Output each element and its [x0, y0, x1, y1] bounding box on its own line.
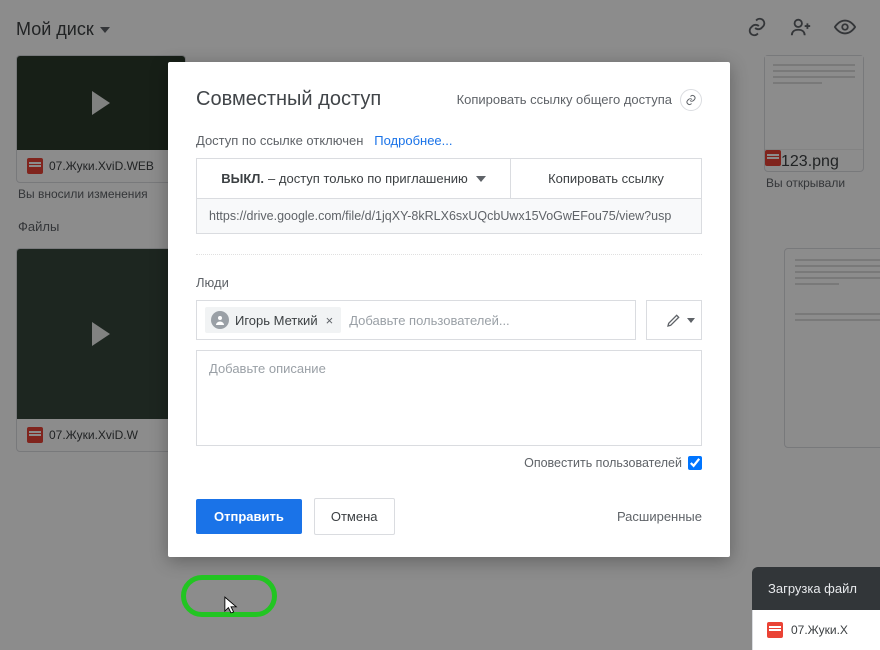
upload-file-name: 07.Жуки.X	[791, 623, 848, 637]
dialog-title: Совместный доступ	[196, 88, 381, 111]
people-input[interactable]: Игорь Меткий × Добавьте пользователей...	[196, 300, 636, 340]
upload-toast-header[interactable]: Загрузка файл	[752, 567, 880, 610]
chip-name: Игорь Меткий	[235, 313, 318, 328]
link-mode-dropdown[interactable]: ВЫКЛ. – доступ только по приглашению	[197, 159, 511, 198]
people-section-label: Люди	[196, 275, 702, 290]
copy-link-label: Копировать ссылку	[548, 171, 664, 186]
notify-row: Оповестить пользователей	[196, 456, 702, 470]
link-mode-desc: – доступ только по приглашению	[268, 171, 468, 186]
person-chip[interactable]: Игорь Меткий ×	[205, 307, 341, 333]
remove-chip-icon[interactable]: ×	[324, 313, 336, 328]
people-placeholder: Добавьте пользователей...	[349, 309, 627, 332]
chevron-down-icon	[476, 176, 486, 182]
copy-share-link-label: Копировать ссылку общего доступа	[457, 92, 672, 107]
link-mode-off: ВЫКЛ.	[221, 171, 264, 186]
advanced-link[interactable]: Расширенные	[617, 509, 702, 524]
link-status-text: Доступ по ссылке отключен	[196, 133, 363, 148]
upload-toast-item[interactable]: 07.Жуки.X	[752, 610, 880, 650]
learn-more-link[interactable]: Подробнее...	[374, 133, 452, 148]
pencil-icon	[666, 312, 682, 328]
notify-checkbox[interactable]	[688, 456, 702, 470]
copy-share-link-button[interactable]: Копировать ссылку общего доступа	[457, 89, 702, 111]
link-sharing-row: ВЫКЛ. – доступ только по приглашению Коп…	[196, 158, 702, 199]
dialog-footer: Отправить Отмена Расширенные	[196, 498, 702, 535]
message-placeholder: Добавьте описание	[209, 361, 326, 376]
message-textarea[interactable]: Добавьте описание	[196, 350, 702, 446]
copy-link-button[interactable]: Копировать ссылку	[511, 159, 701, 198]
divider	[196, 254, 702, 255]
link-status-row: Доступ по ссылке отключен Подробнее...	[196, 133, 702, 148]
link-icon	[680, 89, 702, 111]
cancel-button[interactable]: Отмена	[314, 498, 395, 535]
video-file-icon	[767, 622, 783, 638]
permission-dropdown[interactable]	[646, 300, 702, 340]
send-button[interactable]: Отправить	[196, 499, 302, 534]
avatar-icon	[211, 311, 229, 329]
notify-label: Оповестить пользователей	[524, 456, 682, 470]
chevron-down-icon	[687, 318, 695, 323]
share-url-field[interactable]: https://drive.google.com/file/d/1jqXY-8k…	[196, 199, 702, 234]
upload-toast-title: Загрузка файл	[768, 581, 857, 596]
share-dialog: Совместный доступ Копировать ссылку обще…	[168, 62, 730, 557]
